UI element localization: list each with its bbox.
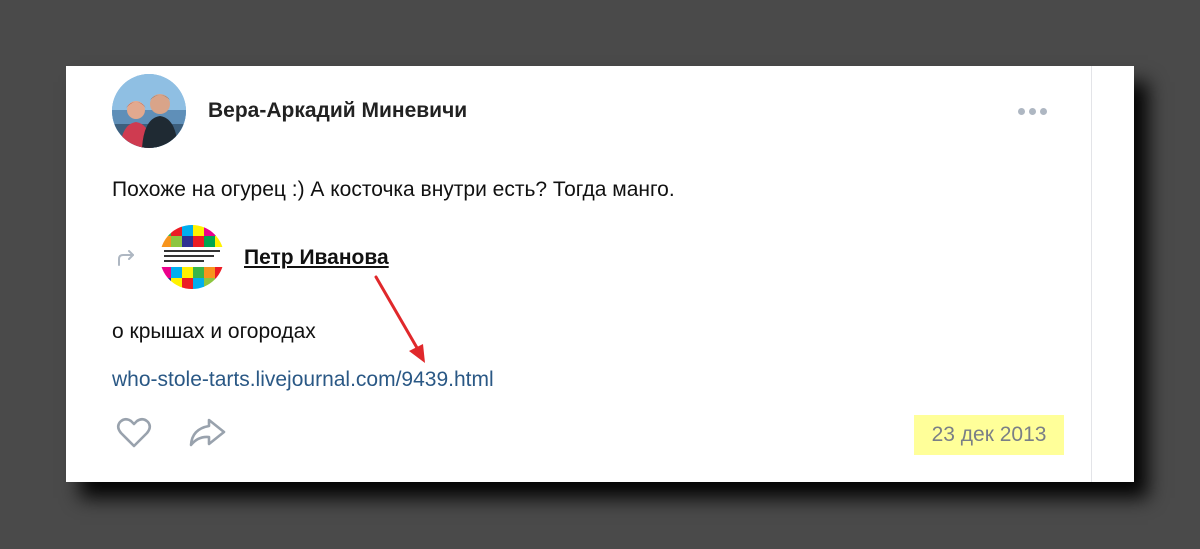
author-avatar[interactable]	[112, 74, 186, 148]
screenshot-stage: Вера-Аркадий Миневичи Похоже на огурец :…	[0, 0, 1200, 549]
share-button[interactable]	[186, 415, 228, 451]
more-options-button[interactable]	[1012, 100, 1052, 122]
repost-link[interactable]: who-stole-tarts.livejournal.com/9439.htm…	[112, 368, 494, 392]
like-button[interactable]	[115, 415, 153, 451]
more-dots-icon	[1028, 107, 1036, 115]
scrollbar-rail[interactable]	[1091, 66, 1134, 482]
more-dots-icon	[1017, 107, 1025, 115]
author-name[interactable]: Вера-Аркадий Миневичи	[208, 99, 467, 123]
repost-author-name[interactable]: Петр Иванова	[244, 246, 389, 270]
post-card: Вера-Аркадий Миневичи Похоже на огурец :…	[66, 66, 1134, 482]
repost-author-avatar[interactable]	[160, 225, 224, 289]
post-date[interactable]: 23 дек 2013	[914, 415, 1064, 455]
heart-icon	[116, 417, 152, 448]
repost-avatar-image	[160, 225, 224, 289]
repost-text: о крышах и огородах	[112, 320, 316, 343]
author-avatar-image	[112, 74, 186, 148]
repost-arrow-icon	[118, 250, 134, 266]
share-arrow-icon	[189, 418, 226, 447]
more-dots-icon	[1039, 107, 1047, 115]
post-text: Похоже на огурец :) А косточка внутри ес…	[112, 178, 675, 201]
